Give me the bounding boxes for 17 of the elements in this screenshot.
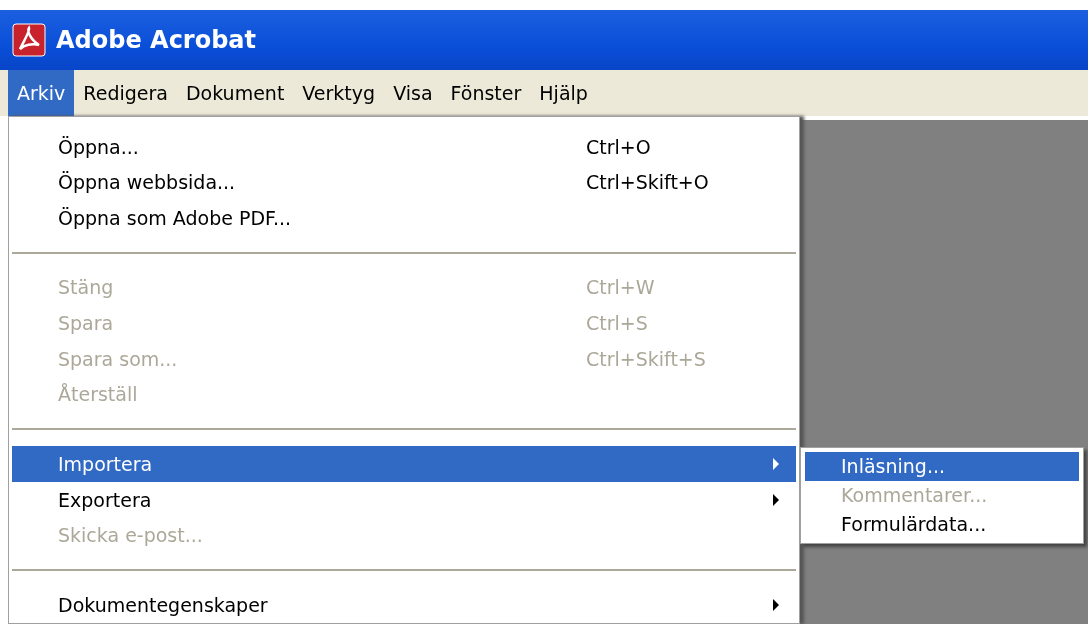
menu-bar-item[interactable]: Hjälp <box>530 70 597 116</box>
submenu-item[interactable]: Inläsning... <box>805 452 1079 481</box>
menu-item[interactable]: Öppna webbsida... Ctrl+Skift+O <box>12 164 796 201</box>
window-title: Adobe Acrobat <box>56 25 257 56</box>
menu-item[interactable]: Exportera <box>12 482 796 518</box>
menu-bar-item[interactable]: Verktyg <box>293 70 385 116</box>
menu-bar-item[interactable]: Redigera <box>74 70 177 116</box>
menu-item[interactable]: Importera <box>12 446 796 483</box>
submenu-item[interactable]: Formulärdata... <box>805 510 1079 539</box>
app-logo-icon <box>12 23 46 57</box>
menu-item[interactable]: Öppna som Adobe PDF... <box>12 200 796 236</box>
menu-bar-item[interactable]: Arkiv <box>8 70 75 116</box>
menu-item[interactable]: Dokumentegenskaper <box>12 587 796 624</box>
menu-bar-item[interactable]: Dokument <box>176 70 294 116</box>
menu-bar-item[interactable]: Visa <box>384 70 442 116</box>
menu-bar-item[interactable]: Fönster <box>441 70 531 116</box>
menu-item[interactable]: Öppna... Ctrl+O <box>12 129 796 165</box>
